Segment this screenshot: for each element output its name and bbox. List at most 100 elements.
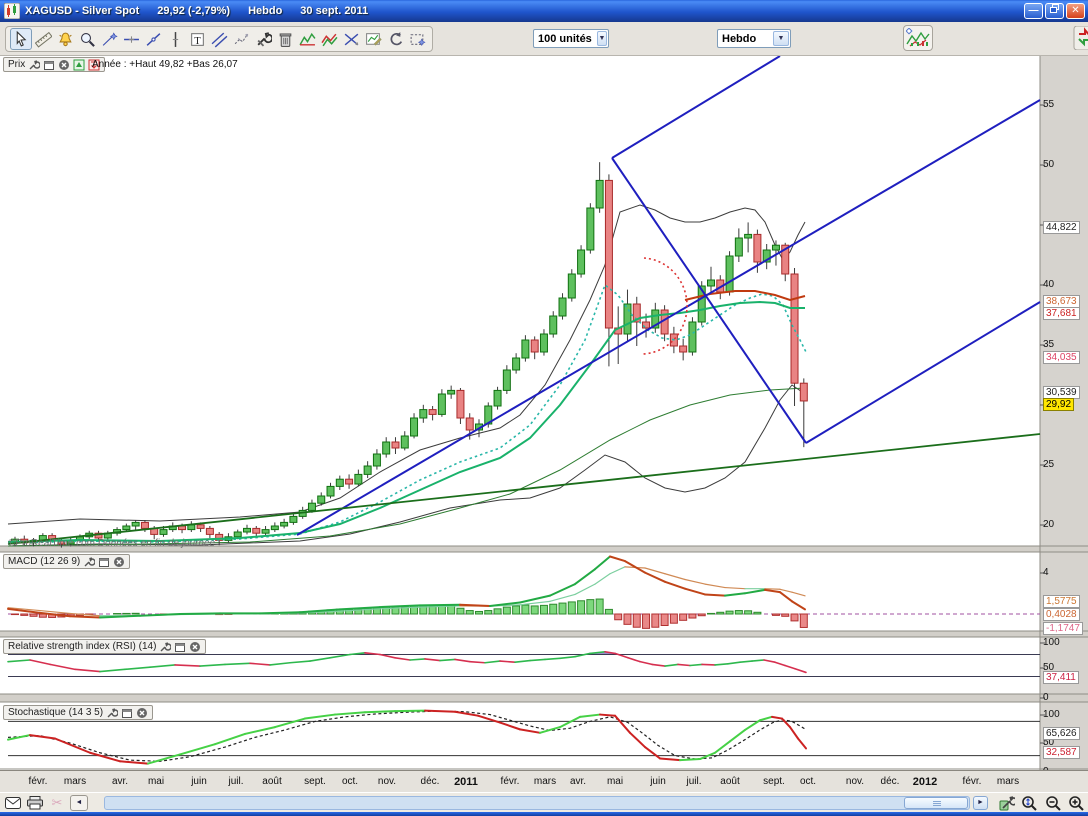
app-window: XAGUSD - Silver Spot 29,92 (-2,79%) Hebd… [0,0,1088,816]
close-icon[interactable] [113,556,125,568]
chart-style-button[interactable] [903,25,933,51]
scale-label: 37,681 [1043,307,1080,320]
units-combo[interactable]: 100 unités ▼ [533,29,609,48]
macd-bar [633,614,640,627]
macd-bar [652,614,659,627]
undo-tool-icon [387,31,404,48]
vertical-line-tool[interactable] [164,28,186,50]
close-icon[interactable] [58,59,70,71]
wrench-icon[interactable] [159,641,171,653]
scroll-right-button[interactable]: ► [973,796,988,810]
arrow-up-icon[interactable] [73,59,85,71]
macd-bar [30,614,37,616]
ruler-tool[interactable] [32,28,54,50]
candle [132,522,139,526]
candle [726,256,733,292]
refresh-arrows-icon[interactable] [1072,26,1088,50]
cursor-tool[interactable] [10,28,32,50]
text-tool[interactable]: T [186,28,208,50]
close-icon[interactable] [136,707,148,719]
zoom-in-button[interactable] [1067,795,1085,811]
chart-area[interactable]: Prix Année : +Haut 49,82 +Bas 26,07 ©Pro… [0,56,1088,770]
month-label: févr. [501,776,520,787]
chart-plot[interactable] [0,56,1088,770]
candle [271,526,278,530]
candle [531,340,538,352]
period-combo-value: Hebdo [718,33,772,45]
restore-button[interactable] [1045,3,1064,19]
rsi-panel-title: Relative strength index (RSI) (14) [8,641,156,652]
wrench-icon[interactable] [28,59,40,71]
scroll-left-button[interactable]: ◄ [70,795,88,811]
parallel-lines-tool[interactable] [208,28,230,50]
zoom-vertical-button[interactable] [1020,795,1038,811]
parallel-lines-tool-icon [211,31,228,48]
scale-label: 40 [1043,279,1054,290]
zoom-out-button[interactable] [1044,795,1062,811]
indicator-wrench-button[interactable] [998,795,1016,811]
horizontal-line-tool[interactable] [120,28,142,50]
toolbar: T 100 unités ▼ Hebdo ▼ [0,22,1088,56]
candle [448,390,455,394]
horizontal-scrollbar[interactable] [104,796,970,810]
macd-bar [540,605,547,614]
crossed-lines-tool[interactable] [340,28,362,50]
drawing-tools-group: T [5,26,433,52]
macd-bar [596,599,603,614]
month-label: juil. [228,776,243,787]
annotate-chart-tool[interactable] [362,28,384,50]
macd-bar [800,614,807,627]
mail-button[interactable] [4,795,22,811]
undo-tool[interactable] [384,28,406,50]
trendline-tool-icon [145,31,162,48]
scrollbar-thumb[interactable] [904,797,968,809]
macd-bar [754,612,761,614]
candle [123,526,130,530]
trendline-tool[interactable] [142,28,164,50]
macd-panel-header: MACD (12 26 9) [3,554,130,569]
print-button[interactable] [26,795,44,811]
scale-label: 25 [1043,459,1054,470]
window-icon[interactable] [98,556,110,568]
candle [438,394,445,414]
macd-bar [39,614,46,617]
candle [373,454,380,466]
pattern-channel-tool[interactable] [318,28,340,50]
candle [578,250,585,274]
candle [605,180,612,328]
window-icon[interactable] [121,707,133,719]
segments-tool[interactable] [230,28,252,50]
pattern-channel-tool-icon [321,31,338,48]
candle [327,486,334,496]
wrench-icon[interactable] [83,556,95,568]
candle [791,274,798,383]
zoom-tool[interactable] [76,28,98,50]
chevron-down-icon[interactable]: ▼ [597,31,607,46]
wrench-icon[interactable] [106,707,118,719]
window-icon[interactable] [174,641,186,653]
zone-select-tool[interactable] [406,28,428,50]
macd-panel-title: MACD (12 26 9) [8,556,80,567]
point-tool-icon [101,31,118,48]
timeframe-label: Hebdo [248,5,282,17]
minimize-button[interactable]: — [1024,3,1043,19]
window-icon[interactable] [43,59,55,71]
alarm-bell-tool[interactable] [54,28,76,50]
close-button[interactable]: ✕ [1066,3,1085,19]
candle [253,528,260,533]
trash-tool[interactable] [274,28,296,50]
chart-style-icon [906,28,930,48]
macd-bar [494,609,501,614]
candle [800,383,807,401]
point-tool[interactable] [98,28,120,50]
close-icon[interactable] [189,641,201,653]
month-label: juin [650,776,666,787]
period-combo[interactable]: Hebdo ▼ [717,29,791,48]
pattern-up-tool[interactable] [296,28,318,50]
settings-wrench-tool[interactable] [252,28,274,50]
candle [754,234,761,262]
macd-bar [132,613,139,614]
macd-bar [522,605,529,614]
crossed-lines-tool-icon [343,31,360,48]
chevron-down-icon[interactable]: ▼ [773,31,789,46]
